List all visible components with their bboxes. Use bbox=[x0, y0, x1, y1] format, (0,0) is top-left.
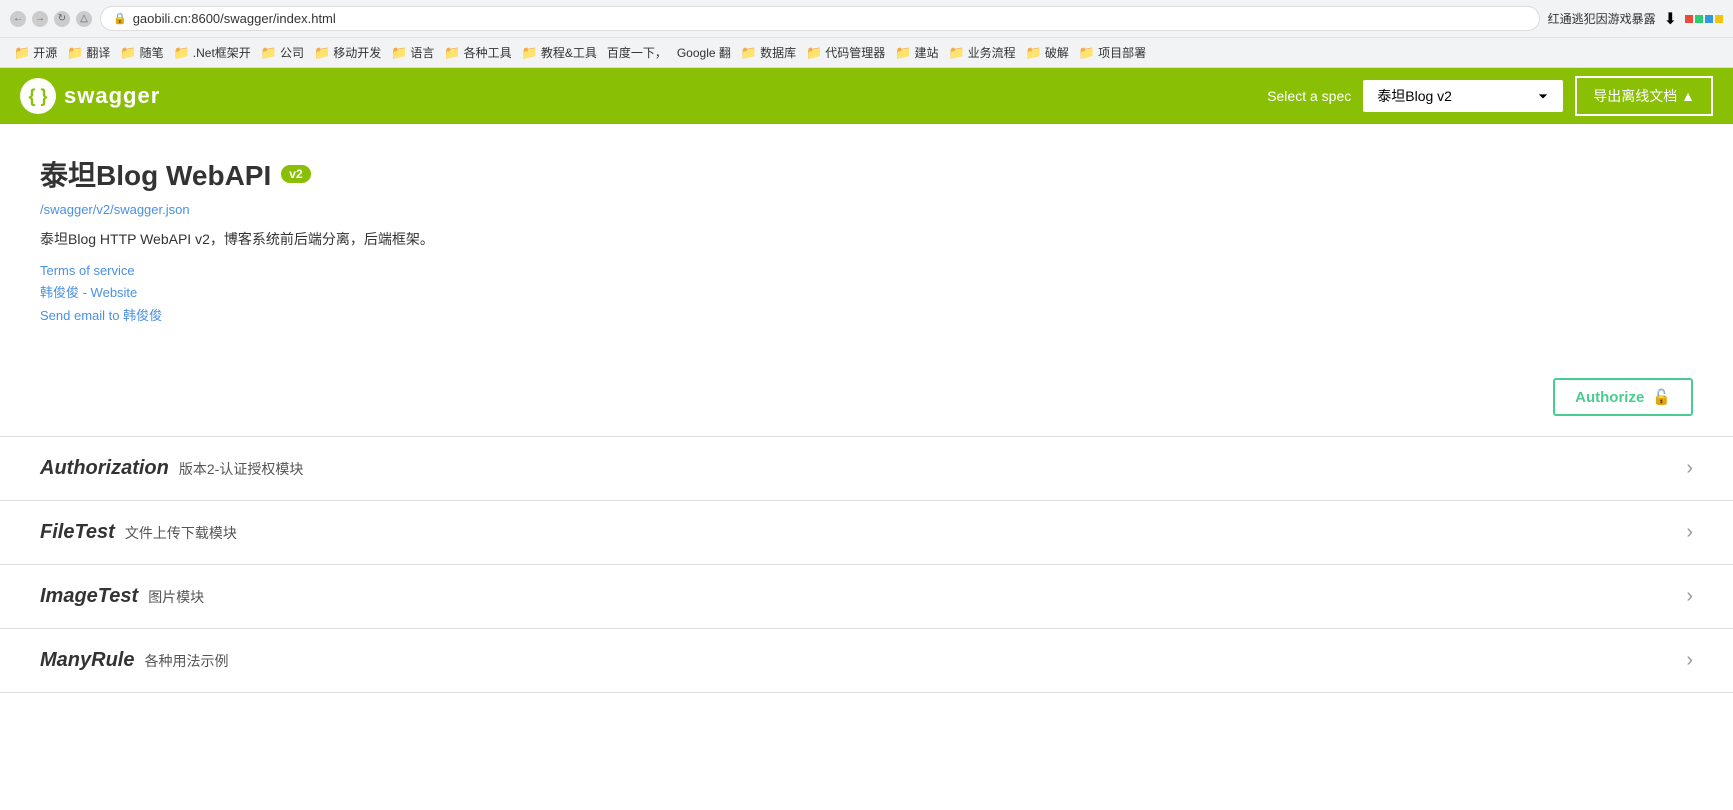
section-name: ImageTest bbox=[40, 585, 138, 608]
api-sections: Authorization 版本2-认证授权模块 › FileTest 文件上传… bbox=[0, 436, 1733, 693]
chevron-right-icon: › bbox=[1686, 585, 1693, 608]
swagger-icon: { } bbox=[20, 78, 56, 114]
bookmark-item[interactable]: 📁数据库 bbox=[737, 42, 800, 63]
bookmark-item[interactable]: Google 翻 bbox=[673, 42, 735, 63]
api-links: Terms of service 韩俊俊 - Website Send emai… bbox=[40, 263, 1693, 324]
swagger-header: { } swagger Select a spec 泰坦Blog v2 导出离线… bbox=[0, 68, 1733, 124]
api-section-left: ImageTest 图片模块 bbox=[40, 585, 204, 608]
top-right-text: 红通逃犯因游戏暴露 bbox=[1548, 10, 1656, 27]
folder-icon: 📁 bbox=[314, 45, 330, 61]
api-main-title: 泰坦Blog WebAPI bbox=[40, 154, 271, 194]
bookmark-item[interactable]: 📁教程&工具 bbox=[518, 42, 601, 63]
bookmark-item[interactable]: 📁项目部署 bbox=[1075, 42, 1150, 63]
section-desc: 各种用法示例 bbox=[144, 651, 228, 671]
folder-icon: 📁 bbox=[741, 45, 757, 61]
section-desc: 版本2-认证授权模块 bbox=[179, 459, 303, 479]
swagger-header-right: Select a spec 泰坦Blog v2 导出离线文档 ▲ bbox=[1267, 76, 1713, 116]
swagger-logo: { } swagger bbox=[20, 78, 160, 114]
section-name: FileTest bbox=[40, 521, 115, 544]
bookmark-item[interactable]: 百度一下， bbox=[603, 42, 671, 63]
select-spec-label: Select a spec bbox=[1267, 88, 1351, 104]
api-title-row: 泰坦Blog WebAPI v2 bbox=[40, 154, 1693, 194]
folder-icon: 📁 bbox=[391, 45, 407, 61]
section-name: Authorization bbox=[40, 457, 169, 480]
bookmark-item[interactable]: 📁.Net框架开 bbox=[170, 42, 255, 63]
swagger-brand: swagger bbox=[64, 83, 160, 109]
top-right-area: 红通逃犯因游戏暴露 ⬇ bbox=[1548, 9, 1723, 29]
lock-icon: 🔒 bbox=[113, 12, 127, 25]
version-badge: v2 bbox=[281, 165, 310, 183]
bookmark-item[interactable]: 📁公司 bbox=[257, 42, 308, 63]
bookmark-item[interactable]: 📁破解 bbox=[1022, 42, 1073, 63]
folder-icon: 📁 bbox=[174, 45, 190, 61]
chevron-right-icon: › bbox=[1686, 649, 1693, 672]
website-link[interactable]: 韩俊俊 - Website bbox=[40, 282, 1693, 301]
browser-controls: ← → ↻ △ bbox=[10, 11, 92, 27]
home-button[interactable]: △ bbox=[76, 11, 92, 27]
bookmark-item[interactable]: 📁业务流程 bbox=[944, 42, 1019, 63]
bookmark-item[interactable]: 📁开源 bbox=[10, 42, 61, 63]
section-desc: 文件上传下载模块 bbox=[125, 523, 237, 543]
url-text: gaobili.cn:8600/swagger/index.html bbox=[133, 11, 336, 26]
folder-icon: 📁 bbox=[806, 45, 822, 61]
api-section-item[interactable]: ManyRule 各种用法示例 › bbox=[0, 629, 1733, 693]
api-section-left: Authorization 版本2-认证授权模块 bbox=[40, 457, 303, 480]
back-button[interactable]: ← bbox=[10, 11, 26, 27]
api-section-item[interactable]: ImageTest 图片模块 › bbox=[0, 565, 1733, 629]
folder-icon: 📁 bbox=[261, 45, 277, 61]
chevron-right-icon: › bbox=[1686, 521, 1693, 544]
windows-icon bbox=[1685, 15, 1723, 23]
authorize-button[interactable]: Authorize 🔓 bbox=[1553, 378, 1693, 416]
authorize-lock-icon: 🔓 bbox=[1652, 388, 1671, 406]
chevron-right-icon: › bbox=[1686, 457, 1693, 480]
bookmark-item[interactable]: 📁随笔 bbox=[116, 42, 167, 63]
section-name: ManyRule bbox=[40, 649, 134, 672]
browser-titlebar: ← → ↻ △ 🔒 gaobili.cn:8600/swagger/index.… bbox=[0, 0, 1733, 37]
folder-icon: 📁 bbox=[895, 45, 911, 61]
browser-chrome: ← → ↻ △ 🔒 gaobili.cn:8600/swagger/index.… bbox=[0, 0, 1733, 68]
email-link[interactable]: Send email to 韩俊俊 bbox=[40, 305, 1693, 324]
api-section-item[interactable]: Authorization 版本2-认证授权模块 › bbox=[0, 437, 1733, 501]
refresh-button[interactable]: ↻ bbox=[54, 11, 70, 27]
folder-icon: 📁 bbox=[1079, 45, 1095, 61]
address-bar[interactable]: 🔒 gaobili.cn:8600/swagger/index.html bbox=[100, 6, 1540, 31]
folder-icon: 📁 bbox=[14, 45, 30, 61]
forward-button[interactable]: → bbox=[32, 11, 48, 27]
api-spec-link[interactable]: /swagger/v2/swagger.json bbox=[40, 202, 1693, 217]
api-section-left: ManyRule 各种用法示例 bbox=[40, 649, 228, 672]
section-desc: 图片模块 bbox=[148, 587, 204, 607]
bookmark-item[interactable]: 📁移动开发 bbox=[310, 42, 385, 63]
bookmark-item[interactable]: 📁翻译 bbox=[63, 42, 114, 63]
folder-icon: 📁 bbox=[522, 45, 538, 61]
bookmark-item[interactable]: 📁代码管理器 bbox=[802, 42, 889, 63]
api-section-item[interactable]: FileTest 文件上传下载模块 › bbox=[0, 501, 1733, 565]
folder-icon: 📁 bbox=[120, 45, 136, 61]
api-section-left: FileTest 文件上传下载模块 bbox=[40, 521, 237, 544]
spec-selector[interactable]: 泰坦Blog v2 bbox=[1363, 80, 1563, 112]
export-button[interactable]: 导出离线文档 ▲ bbox=[1575, 76, 1713, 116]
folder-icon: 📁 bbox=[1026, 45, 1042, 61]
browser-toolbar: 📁开源📁翻译📁随笔📁.Net框架开📁公司📁移动开发📁语言📁各种工具📁教程&工具百… bbox=[0, 37, 1733, 67]
download-icon[interactable]: ⬇ bbox=[1664, 9, 1677, 29]
api-description: 泰坦Blog HTTP WebAPI v2，博客系统前后端分离，后端框架。 bbox=[40, 229, 1693, 249]
folder-icon: 📁 bbox=[948, 45, 964, 61]
bookmark-item[interactable]: 📁各种工具 bbox=[440, 42, 515, 63]
folder-icon: 📁 bbox=[67, 45, 83, 61]
main-content: 泰坦Blog WebAPI v2 /swagger/v2/swagger.jso… bbox=[0, 124, 1733, 358]
bookmark-item[interactable]: 📁语言 bbox=[387, 42, 438, 63]
folder-icon: 📁 bbox=[444, 45, 460, 61]
bookmark-item[interactable]: 📁建站 bbox=[891, 42, 942, 63]
terms-of-service-link[interactable]: Terms of service bbox=[40, 263, 1693, 278]
authorize-section: Authorize 🔓 bbox=[0, 358, 1733, 436]
authorize-label: Authorize bbox=[1575, 389, 1644, 406]
